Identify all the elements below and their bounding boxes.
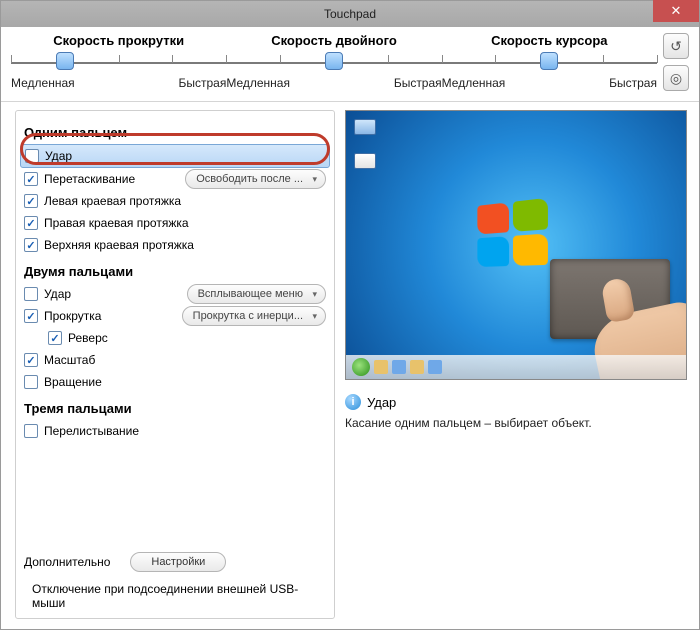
preview-pane: i Удар Касание одним пальцем – выбирает … <box>345 110 687 619</box>
row-two-scroll[interactable]: Прокрутка Прокрутка с инерци... <box>24 305 326 327</box>
slider-title: Скорость прокрутки <box>53 33 184 48</box>
section-one-finger: Одним пальцем <box>24 125 326 140</box>
row-one-left-edge[interactable]: Левая краевая протяжка <box>24 190 326 212</box>
label: Перетаскивание <box>44 172 135 186</box>
target-icon: ◎ <box>670 70 682 87</box>
label: Удар <box>45 149 72 163</box>
row-three-flick[interactable]: Перелистывание <box>24 420 326 442</box>
label-slow: Медленная <box>442 76 506 90</box>
label: Отключение при подсоединении внешней USB… <box>32 582 326 610</box>
checkbox[interactable] <box>25 149 39 163</box>
gesture-preview <box>345 110 687 380</box>
section-three-fingers: Тремя пальцами <box>24 401 326 416</box>
undo-button[interactable]: ↺ <box>663 33 689 59</box>
gestures-list: Одним пальцем Удар Перетаскивание Освобо… <box>15 110 335 619</box>
row-two-tap[interactable]: Удар Всплывающее меню <box>24 283 326 305</box>
label-fast: Быстрая <box>178 76 226 90</box>
slider-cursor-speed: Скорость курсора Медленная Быстрая <box>442 33 657 90</box>
taskbar <box>346 355 686 379</box>
label-slow: Медленная <box>11 76 75 90</box>
section-two-fingers: Двумя пальцами <box>24 264 326 279</box>
close-button[interactable]: ✕ <box>653 0 699 22</box>
row-two-reverse[interactable]: Реверс <box>24 327 326 349</box>
taskbar-icon <box>410 360 424 374</box>
taskbar-icon <box>428 360 442 374</box>
label: Перелистывание <box>44 424 139 438</box>
checkbox[interactable] <box>24 238 38 252</box>
drag-release-combo[interactable]: Освободить после ... <box>185 169 326 189</box>
label: Масштаб <box>44 353 95 367</box>
desktop-icon <box>354 153 378 177</box>
label: Прокрутка <box>44 309 101 323</box>
row-one-right-edge[interactable]: Правая краевая протяжка <box>24 212 326 234</box>
info-title-row: i Удар <box>345 394 687 410</box>
checkbox[interactable] <box>24 353 38 367</box>
disable-on-usb-row[interactable]: Отключение при подсоединении внешней USB… <box>24 582 326 610</box>
row-one-top-edge[interactable]: Верхняя краевая протяжка <box>24 234 326 256</box>
two-scroll-combo[interactable]: Прокрутка с инерци... <box>182 306 326 326</box>
undo-icon: ↺ <box>670 38 682 55</box>
checkbox[interactable] <box>24 216 38 230</box>
cursor-speed-slider[interactable] <box>442 52 657 74</box>
slider-scroll-speed: Скорость прокрутки Медленная Быстрая <box>11 33 226 90</box>
checkbox[interactable] <box>24 375 38 389</box>
close-icon: ✕ <box>671 3 682 19</box>
scroll-speed-slider[interactable] <box>11 52 226 74</box>
row-two-zoom[interactable]: Масштаб <box>24 349 326 371</box>
row-two-rotate[interactable]: Вращение <box>24 371 326 393</box>
label-fast: Быстрая <box>394 76 442 90</box>
touchpad-settings-window: Touchpad ✕ Скорость прокрутки Медленная … <box>0 0 700 630</box>
defaults-button[interactable]: ◎ <box>663 65 689 91</box>
checkbox[interactable] <box>24 287 38 301</box>
extra-label: Дополнительно <box>24 555 110 569</box>
checkbox[interactable] <box>24 194 38 208</box>
titlebar: Touchpad ✕ <box>1 1 699 27</box>
windows-logo-icon <box>475 202 547 266</box>
checkbox[interactable] <box>24 172 38 186</box>
body: Одним пальцем Удар Перетаскивание Освобо… <box>1 102 699 629</box>
slider-title: Скорость двойного <box>271 33 397 48</box>
checkbox[interactable] <box>24 309 38 323</box>
extra-settings-button[interactable]: Настройки <box>130 552 226 572</box>
sliders-row: Скорость прокрутки Медленная Быстрая Ско… <box>1 27 699 102</box>
double-speed-slider[interactable] <box>226 52 441 74</box>
desktop-icon <box>354 119 378 143</box>
label: Верхняя краевая протяжка <box>44 238 194 252</box>
label: Удар <box>44 287 71 301</box>
slider-double-speed: Скорость двойного Медленная Быстрая <box>226 33 441 90</box>
window-title: Touchpad <box>1 7 699 21</box>
start-orb-icon <box>352 358 370 376</box>
row-one-drag[interactable]: Перетаскивание Освободить после ... <box>24 168 326 190</box>
info-title: Удар <box>367 395 396 410</box>
two-tap-combo[interactable]: Всплывающее меню <box>187 284 326 304</box>
checkbox[interactable] <box>48 331 62 345</box>
label: Правая краевая протяжка <box>44 216 189 230</box>
label: Реверс <box>68 331 108 345</box>
info-icon: i <box>345 394 361 410</box>
checkbox[interactable] <box>24 424 38 438</box>
extra-row: Дополнительно Настройки <box>24 552 326 572</box>
side-buttons: ↺ ◎ <box>663 33 689 91</box>
slider-title: Скорость курсора <box>491 33 607 48</box>
row-one-tap[interactable]: Удар <box>20 144 330 168</box>
label-fast: Быстрая <box>609 76 657 90</box>
info-description: Касание одним пальцем – выбирает объект. <box>345 416 687 430</box>
taskbar-icon <box>374 360 388 374</box>
label-slow: Медленная <box>226 76 290 90</box>
label: Вращение <box>44 375 102 389</box>
label: Левая краевая протяжка <box>44 194 181 208</box>
taskbar-icon <box>392 360 406 374</box>
